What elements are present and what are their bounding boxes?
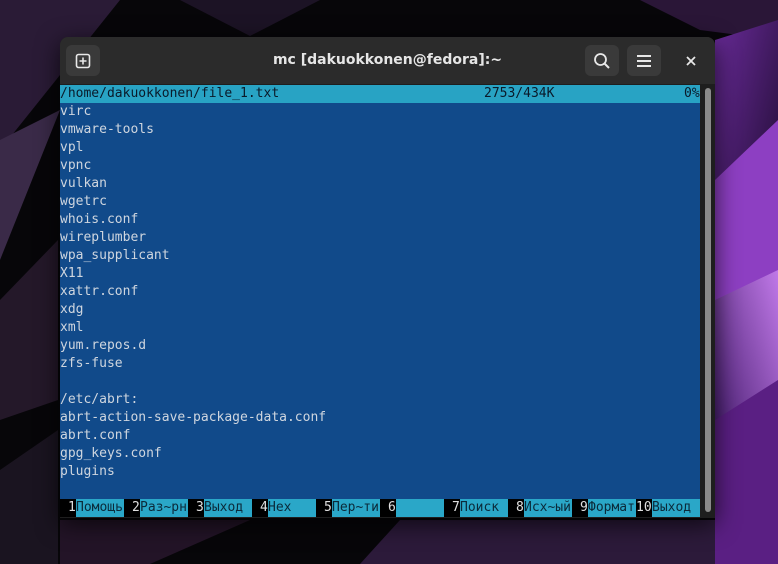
text-line: vpnc (60, 158, 92, 173)
title-bar: mc [dakuokkonen@fedora]:~ (60, 37, 715, 84)
text-line: abrt-action-save-package-data.conf (60, 410, 327, 425)
fkey-help[interactable]: 1 Помощь (60, 499, 124, 517)
text-line: wgetrc (60, 194, 107, 209)
close-icon (686, 55, 696, 66)
menu-button[interactable] (627, 45, 661, 76)
fkey-search[interactable]: 7 Поиск (444, 499, 508, 517)
text-line: abrt.conf (60, 428, 131, 443)
scrollbar[interactable] (701, 85, 715, 517)
text-line: vmware-tools (60, 122, 154, 137)
text-line: wireplumber (60, 230, 147, 245)
search-icon (594, 52, 610, 69)
text-line: vpl (60, 140, 84, 155)
text-line: xdg (60, 302, 84, 317)
fkey-6[interactable]: 6 (380, 499, 444, 517)
fkey-hex[interactable]: 4 Hex (252, 499, 316, 517)
fkey-format[interactable]: 9 Формат (572, 499, 636, 517)
file-viewer[interactable]: /home/dakuokkonen/file_1.txt 2753/434K 0… (60, 85, 700, 517)
text-line: vulkan (60, 176, 107, 191)
search-button[interactable] (585, 45, 619, 76)
scrollbar-thumb[interactable] (705, 88, 711, 512)
text-line: /etc/abrt: (60, 392, 139, 407)
scroll-percent: 0% (684, 86, 700, 101)
text-line: X11 (60, 266, 84, 281)
function-key-bar: 1 Помощь 2 Раз~рн 3 Выход 4 Hex 5 Пер~ти… (60, 499, 700, 517)
hamburger-menu-icon (637, 54, 651, 67)
fkey-goto[interactable]: 5 Пер~ти (316, 499, 380, 517)
text-line: xml (60, 320, 84, 335)
text-line: zfs-fuse (60, 356, 123, 371)
fkey-raw[interactable]: 8 Исх~ый (508, 499, 572, 517)
text-line: whois.conf (60, 212, 139, 227)
text-line: yum.repos.d (60, 338, 147, 353)
fkey-wrap[interactable]: 2 Раз~рн (124, 499, 188, 517)
close-button[interactable] (675, 45, 707, 76)
fkey-quit-10[interactable]: 10 Выход (636, 499, 700, 517)
file-path: /home/dakuokkonen/file_1.txt (60, 86, 280, 101)
fkey-quit[interactable]: 3 Выход (188, 499, 252, 517)
text-line: virc (60, 104, 92, 119)
text-line: wpa_supplicant (60, 248, 170, 263)
text-line: gpg_keys.conf (60, 446, 162, 461)
file-position: 2753/434K (484, 86, 555, 101)
text-line: xattr.conf (60, 284, 139, 299)
text-line: plugins (60, 464, 115, 479)
viewer-status-bar: /home/dakuokkonen/file_1.txt 2753/434K 0… (60, 85, 700, 103)
terminal-window: mc [dakuokkonen@fedora]:~ /home/dakuokko… (60, 37, 715, 518)
